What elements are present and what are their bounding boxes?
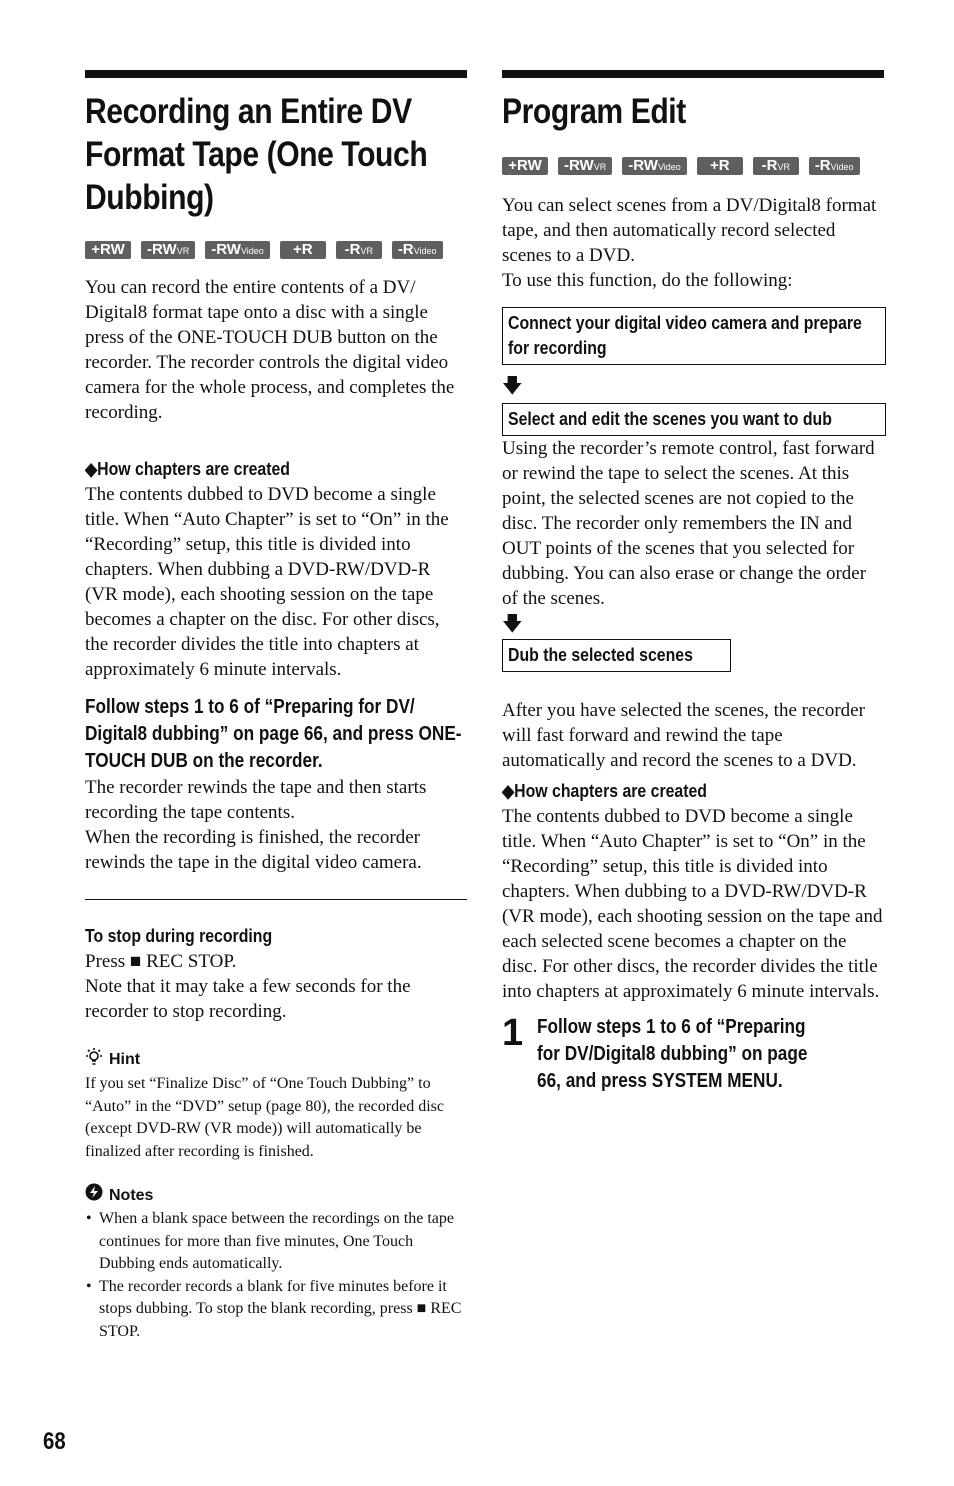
disc-badge: -RVR xyxy=(335,241,382,259)
hint-text: If you set “Finalize Disc” of “One Touch… xyxy=(85,1075,444,1160)
chapters-text: The contents dubbed to DVD become a sing… xyxy=(502,806,883,1002)
flow-box-select: Select and edit the scenes you want to d… xyxy=(502,403,886,436)
flow-text: Using the recorder’s remote control, fas… xyxy=(502,438,875,609)
disc-badge: -RWVR xyxy=(558,157,613,175)
step-1: 1 Follow steps 1 to 6 of “Preparing for … xyxy=(502,1014,886,1095)
disc-badges: +RW -RWVR -RWVideo +R -RVR -RVideo xyxy=(502,157,872,175)
disc-badge: +R xyxy=(279,241,326,259)
chapters-heading: ◆How chapters are created xyxy=(85,459,290,479)
disc-badge: -RVideo xyxy=(391,241,443,259)
disc-badge: +R xyxy=(696,157,743,175)
note-item: When a blank space between the recording… xyxy=(86,1208,467,1276)
intro-text: You can record the entire contents of a … xyxy=(85,277,455,423)
notes-list: When a blank space between the recording… xyxy=(85,1208,467,1343)
notes-header: Notes xyxy=(85,1183,467,1208)
section-rule xyxy=(85,70,467,78)
step-text: The recorder rewinds the tape and then s… xyxy=(85,777,427,823)
section-title: Recording an Entire DV Format Tape (One … xyxy=(85,92,428,217)
right-column: Program Edit +RW -RWVR -RWVideo +R -RVR … xyxy=(502,70,886,1095)
down-arrow-icon: 🡇 xyxy=(502,375,523,397)
step-number: 1 xyxy=(502,1012,524,1054)
step-heading: Follow steps 1 to 6 of “Preparing for DV… xyxy=(85,696,462,772)
flow-box-dub: Dub the selected scenes xyxy=(502,639,731,672)
lightbulb-icon xyxy=(85,1046,103,1073)
after-text: After you have selected the scenes, the … xyxy=(502,700,865,771)
stop-text: Note that it may take a few seconds for … xyxy=(85,976,411,1022)
left-column: Recording an Entire DV Format Tape (One … xyxy=(85,70,467,1343)
section-title: Program Edit xyxy=(502,92,686,131)
chapters-heading: ◆How chapters are created xyxy=(502,781,707,801)
step-text: Follow steps 1 to 6 of “Preparing for DV… xyxy=(537,1016,808,1092)
flow-box-connect: Connect your digital video camera and pr… xyxy=(502,307,886,365)
step-text: When the recording is finished, the reco… xyxy=(85,827,422,873)
stop-heading: To stop during recording xyxy=(85,926,273,946)
intro-text: To use this function, do the following: xyxy=(502,270,793,291)
note-item: The recorder records a blank for five mi… xyxy=(86,1276,467,1344)
disc-badge: +RW xyxy=(502,157,548,175)
chapters-text: The contents dubbed to DVD become a sing… xyxy=(85,484,449,680)
disc-badge: -RVideo xyxy=(808,157,860,175)
disc-badge: -RVR xyxy=(752,157,799,175)
page-number: 68 xyxy=(43,1428,66,1455)
disc-badge: -RWVR xyxy=(141,241,196,259)
hint-header: Hint xyxy=(85,1046,467,1073)
disc-badge: +RW xyxy=(85,241,131,259)
disc-badge: -RWVideo xyxy=(622,157,687,175)
down-arrow-icon: 🡇 xyxy=(502,613,523,635)
intro-text: You can select scenes from a DV/Digital8… xyxy=(502,195,877,266)
section-rule xyxy=(502,70,884,78)
disc-badges: +RW -RWVR -RWVideo +R -RVR -RVideo xyxy=(85,241,445,259)
divider xyxy=(85,899,467,900)
stop-text: Press ■ REC STOP. xyxy=(85,951,237,972)
disc-badge: -RWVideo xyxy=(205,241,270,259)
notes-icon xyxy=(85,1183,103,1208)
